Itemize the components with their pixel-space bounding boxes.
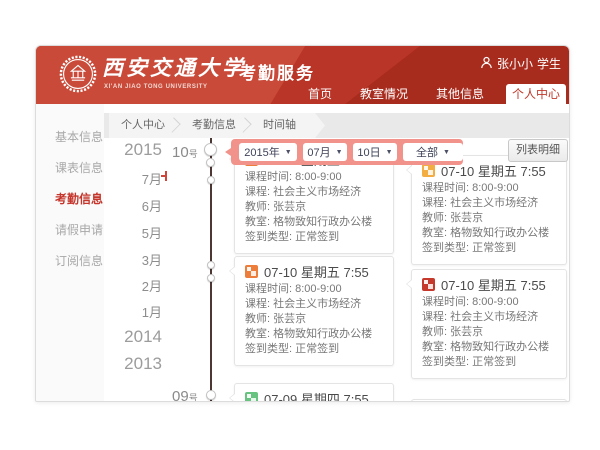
card-title: 07-10 星期五 7:55 — [245, 264, 383, 278]
user-role: 学生 — [537, 55, 561, 72]
timeline-day-09[interactable]: 09号 — [172, 388, 198, 402]
content-area: 个人中心 考勤信息 时间轴 2015 7月 6月 5月 3月 2月 1月 201… — [104, 104, 569, 402]
attendance-card-partial — [411, 399, 567, 402]
attendance-card: 07-10 星期五 7:55 课程时间: 8:00-9:00课程: 社会主义市场… — [234, 256, 394, 366]
sidebar-item-basic-info[interactable]: 基本信息 — [36, 121, 104, 152]
university-name-en: XI'AN JIAO TONG UNIVERSITY — [104, 84, 208, 90]
timeline-node[interactable] — [204, 143, 217, 156]
university-name-zh: 西安交通大学 — [102, 52, 246, 82]
main-nav: 首页 教室情况 其他信息 个人中心 — [302, 84, 569, 104]
sidebar-item-subscription-info[interactable]: 订阅信息 — [36, 245, 104, 276]
timeline-year-2014[interactable]: 2014 — [104, 327, 162, 347]
nav-item-home[interactable]: 首页 — [302, 84, 338, 104]
type-dropdown[interactable]: 全部▼ — [403, 143, 463, 161]
nav-item-other-info[interactable]: 其他信息 — [430, 84, 490, 104]
nav-item-personal-center[interactable]: 个人中心 — [506, 84, 566, 104]
service-title: 考勤服务 — [239, 59, 315, 84]
timeline-node[interactable] — [207, 274, 215, 282]
timeline-filter-bar: 2015年▼ 07月▼ 10日▼ 全部▼ — [231, 139, 463, 165]
timeline-month-jan[interactable]: 1月 — [104, 302, 162, 321]
university-logo-icon — [59, 55, 97, 93]
card-title: 07-09 星期四 7:55 — [245, 391, 383, 402]
timeline-node[interactable] — [207, 261, 215, 269]
signin-status-icon — [245, 265, 258, 278]
sidebar-item-schedule-info[interactable]: 课表信息 — [36, 152, 104, 183]
timeline-panel: 2015 7月 6月 5月 3月 2月 1月 2014 2013 10号 — [104, 138, 569, 402]
attendance-card: 07-10 星期五 7:55 课程时间: 8:00-9:00课程: 社会主义市场… — [411, 155, 567, 265]
user-name: 张小小 — [497, 55, 533, 72]
breadcrumb-attendance-info[interactable]: 考勤信息 — [180, 113, 251, 138]
card-fields: 课程时间: 8:00-9:00课程: 社会主义市场经济 教师: 张芸京教室: 格… — [422, 181, 556, 256]
year-dropdown[interactable]: 2015年▼ — [239, 143, 297, 161]
sidebar-item-attendance-info[interactable]: 考勤信息 — [36, 183, 104, 214]
timeline-month-feb[interactable]: 2月 — [104, 276, 162, 295]
attendance-card: 07-10 星期五 7:55 课程时间: 8:00-9:00课程: 社会主义市场… — [411, 269, 567, 379]
signin-status-icon — [422, 278, 435, 291]
person-icon — [480, 56, 493, 72]
user-info[interactable]: 张小小 学生 — [480, 55, 561, 72]
chevron-down-icon: ▼ — [443, 149, 450, 156]
breadcrumb-personal-center[interactable]: 个人中心 — [109, 113, 180, 138]
chevron-down-icon: ▼ — [386, 149, 393, 156]
app-body: 基本信息 课表信息 考勤信息 请假申请 订阅信息 个人中心 考勤信息 时间轴 2… — [36, 104, 569, 402]
signin-status-icon — [245, 392, 258, 403]
app-header: 西安交通大学 XI'AN JIAO TONG UNIVERSITY 考勤服务 张… — [36, 46, 569, 104]
timeline-month-mar[interactable]: 3月 — [104, 250, 162, 269]
timeline-node[interactable] — [207, 176, 215, 184]
breadcrumb-strip: 个人中心 考勤信息 时间轴 — [104, 113, 569, 138]
signin-status-icon — [422, 164, 435, 177]
card-fields: 课程时间: 8:00-9:00课程: 社会主义市场经济 教师: 张芸京教室: 格… — [422, 295, 556, 370]
month-dropdown[interactable]: 07月▼ — [303, 143, 347, 161]
card-fields: 课程时间: 8:00-9:00课程: 社会主义市场经济 教师: 张芸京教室: 格… — [245, 170, 383, 245]
chevron-down-icon: ▼ — [285, 149, 292, 156]
timeline-node[interactable] — [206, 158, 215, 167]
timeline-day-10[interactable]: 10号 — [172, 144, 198, 161]
timeline-node[interactable] — [206, 390, 216, 400]
timeline-month-may[interactable]: 5月 — [104, 223, 162, 242]
sidebar-item-leave-request[interactable]: 请假申请 — [36, 214, 104, 245]
timeline-month-jul[interactable]: 7月 — [104, 169, 162, 188]
card-title: 07-10 星期五 7:55 — [422, 277, 556, 291]
chevron-down-icon: ▼ — [336, 149, 343, 156]
breadcrumb-timeline[interactable]: 时间轴 — [251, 113, 311, 138]
timeline-year-2015[interactable]: 2015 — [104, 140, 162, 160]
day-dropdown[interactable]: 10日▼ — [353, 143, 397, 161]
breadcrumb: 个人中心 考勤信息 时间轴 — [109, 113, 325, 138]
page: 西安交通大学 XI'AN JIAO TONG UNIVERSITY 考勤服务 张… — [0, 0, 600, 450]
card-title: 07-10 星期五 7:55 — [422, 163, 556, 177]
card-fields: 课程时间: 8:00-9:00课程: 社会主义市场经济 教师: 张芸京教室: 格… — [245, 282, 383, 357]
nav-item-classrooms[interactable]: 教室情况 — [354, 84, 414, 104]
attendance-card: 07-09 星期四 7:55 — [234, 383, 394, 402]
timeline-month-jun[interactable]: 6月 — [104, 196, 162, 215]
current-month-marker — [165, 171, 167, 181]
timeline-year-2013[interactable]: 2013 — [104, 354, 162, 374]
sidebar: 基本信息 课表信息 考勤信息 请假申请 订阅信息 — [36, 104, 104, 402]
list-detail-button[interactable]: 列表明细 — [508, 139, 568, 162]
attendance-app-window: 西安交通大学 XI'AN JIAO TONG UNIVERSITY 考勤服务 张… — [35, 45, 570, 402]
